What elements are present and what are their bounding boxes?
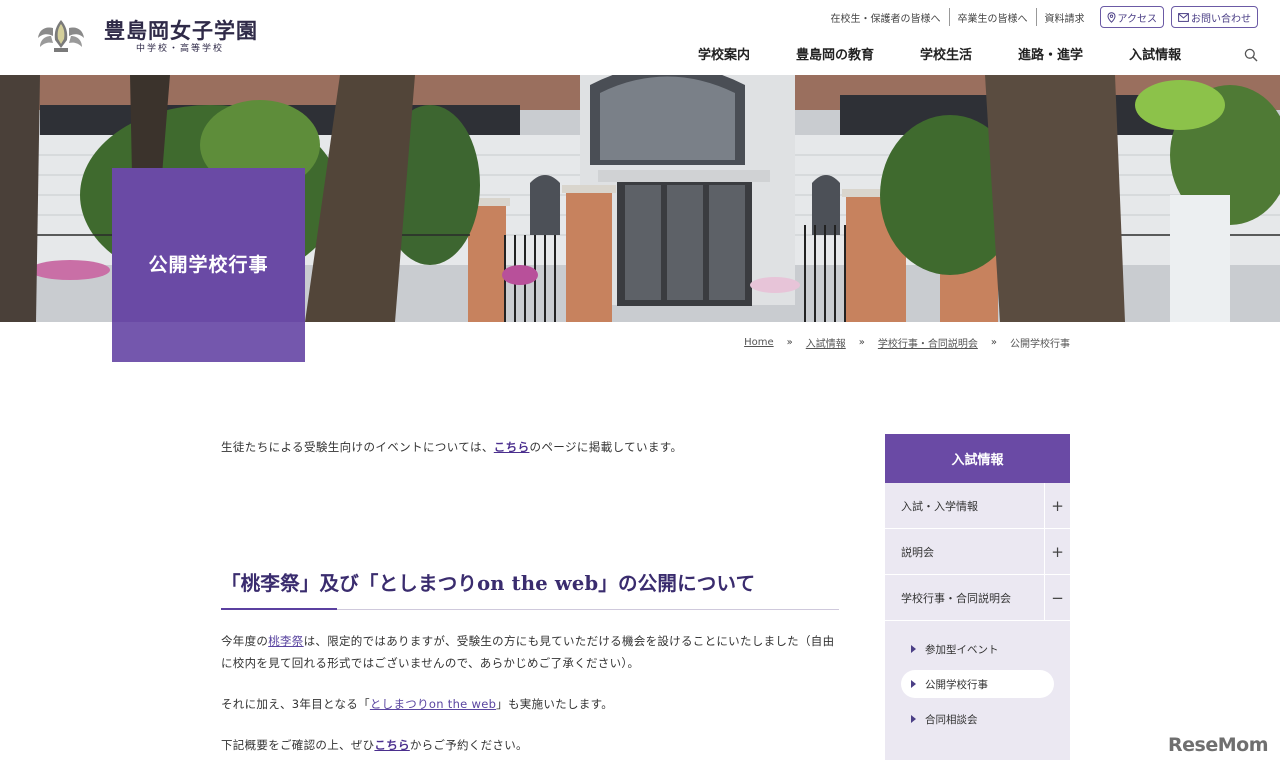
p1-text-before: 今年度の	[221, 634, 269, 648]
sidebar-item-label: 説明会	[901, 545, 934, 559]
reservation-link[interactable]: こちら	[374, 738, 409, 752]
resemom-watermark: ReseMom	[1168, 734, 1268, 756]
expand-plus-icon[interactable]: +	[1044, 529, 1070, 574]
paragraph-festival: 今年度の桃李祭は、限定的ではありますが、受験生の方にも見ていただける機会を設ける…	[221, 630, 839, 674]
main-content: 生徒たちによる受験生向けのイベントについては、こちらのページに掲載しています。 …	[221, 436, 839, 756]
contact-button[interactable]: お問い合わせ	[1171, 6, 1258, 28]
utility-nav: 在校生・保護者の皆様へ 卒業生の皆様へ 資料請求 アクセス お問い合わせ	[823, 6, 1258, 28]
breadcrumb-events[interactable]: 学校行事・合同説明会	[878, 335, 978, 350]
nav-admissions[interactable]: 入試情報	[1106, 44, 1204, 63]
site-header: 豊島岡女子学園 中学校・高等学校 在校生・保護者の皆様へ 卒業生の皆様へ 資料請…	[0, 0, 1280, 75]
sidebar-sub-list: 参加型イベント 公開学校行事 合同相談会	[885, 621, 1070, 760]
breadcrumb-home[interactable]: Home	[744, 337, 774, 348]
breadcrumb-admissions[interactable]: 入試情報	[806, 335, 846, 350]
intro-text-before: 生徒たちによる受験生向けのイベントについては、	[221, 440, 494, 454]
nav-education[interactable]: 豊島岡の教育	[773, 44, 897, 63]
util-link-alumni[interactable]: 卒業生の皆様へ	[950, 10, 1036, 25]
sidebar: 入試情報 入試・入学情報 + 説明会 + 学校行事・合同説明会 − 参加型イベン…	[885, 434, 1070, 760]
breadcrumb: Home » 入試情報 » 学校行事・合同説明会 » 公開学校行事	[744, 335, 1070, 350]
site-name: 豊島岡女子学園	[104, 18, 258, 43]
nav-about-school[interactable]: 学校案内	[675, 44, 773, 63]
breadcrumb-separator: »	[858, 337, 865, 348]
p3-text-after: からご予約ください。	[409, 738, 528, 752]
map-pin-icon	[1106, 11, 1116, 23]
util-link-students-parents[interactable]: 在校生・保護者の皆様へ	[823, 10, 949, 25]
festival-link[interactable]: 桃李祭	[268, 634, 303, 648]
site-subtitle: 中学校・高等学校	[136, 44, 225, 54]
sub-item-label: 参加型イベント	[925, 643, 999, 656]
nav-career[interactable]: 進路・進学	[995, 44, 1106, 63]
intro-link[interactable]: こちら	[494, 440, 530, 454]
access-button-label: アクセス	[1117, 13, 1158, 25]
sidebar-item-label: 学校行事・合同説明会	[901, 591, 1011, 605]
sidebar-heading[interactable]: 入試情報	[885, 434, 1070, 483]
sidebar-item-admission-info[interactable]: 入試・入学情報 +	[885, 483, 1070, 529]
nav-school-life[interactable]: 学校生活	[897, 44, 995, 63]
p3-text-before: 下記概要をご確認の上、ぜひ	[221, 738, 375, 752]
sub-item-label: 合同相談会	[925, 713, 978, 726]
paragraph-online-festival: それに加え、3年目となる「としまつりon the web」も実施いたします。	[221, 693, 839, 715]
site-logo[interactable]: 豊島岡女子学園 中学校・高等学校	[36, 18, 258, 54]
breadcrumb-separator: »	[786, 337, 793, 348]
sidebar-item-school-events[interactable]: 学校行事・合同説明会 −	[885, 575, 1070, 621]
page-title: 公開学校行事	[148, 253, 269, 276]
sidebar-sub-item-public-events[interactable]: 公開学校行事	[901, 670, 1054, 698]
breadcrumb-separator: »	[990, 337, 997, 348]
collapse-minus-icon[interactable]: −	[1044, 575, 1070, 620]
sidebar-sub-item-participation-events[interactable]: 参加型イベント	[901, 635, 1054, 663]
p2-text-after: 」も実施いたします。	[496, 697, 614, 711]
intro-text-after: のページに掲載しています。	[529, 440, 683, 454]
p2-text-before: それに加え、3年目となる「	[221, 697, 370, 711]
online-festival-link[interactable]: としまつりon the web	[370, 697, 496, 711]
main-nav: 学校案内 豊島岡の教育 学校生活 進路・進学 入試情報	[675, 44, 1204, 63]
p1-text-after: は、限定的ではありますが、受験生の方にも見ていただける機会を設けることにいたしま…	[221, 634, 835, 670]
intro-paragraph: 生徒たちによる受験生向けのイベントについては、こちらのページに掲載しています。	[221, 436, 839, 458]
sidebar-sub-item-joint-consultation[interactable]: 合同相談会	[901, 705, 1054, 733]
school-crest-icon	[38, 20, 84, 52]
expand-plus-icon[interactable]: +	[1044, 483, 1070, 528]
arrow-right-icon	[911, 645, 916, 653]
sidebar-item-label: 入試・入学情報	[901, 499, 978, 513]
mail-icon	[1178, 12, 1189, 22]
access-button[interactable]: アクセス	[1099, 6, 1164, 28]
breadcrumb-current: 公開学校行事	[1010, 339, 1070, 350]
arrow-right-icon	[911, 715, 916, 723]
arrow-right-icon	[911, 680, 916, 688]
contact-button-label: お問い合わせ	[1191, 13, 1251, 25]
search-icon[interactable]	[1244, 48, 1258, 62]
paragraph-reservation: 下記概要をご確認の上、ぜひこちらからご予約ください。	[221, 734, 839, 756]
sub-item-label: 公開学校行事	[925, 678, 988, 691]
util-link-request-materials[interactable]: 資料請求	[1037, 10, 1093, 25]
section-heading: 「桃李祭」及び「としまつりon the web」の公開について	[221, 570, 839, 610]
sidebar-item-info-sessions[interactable]: 説明会 +	[885, 529, 1070, 575]
page-title-box: 公開学校行事	[112, 168, 305, 362]
